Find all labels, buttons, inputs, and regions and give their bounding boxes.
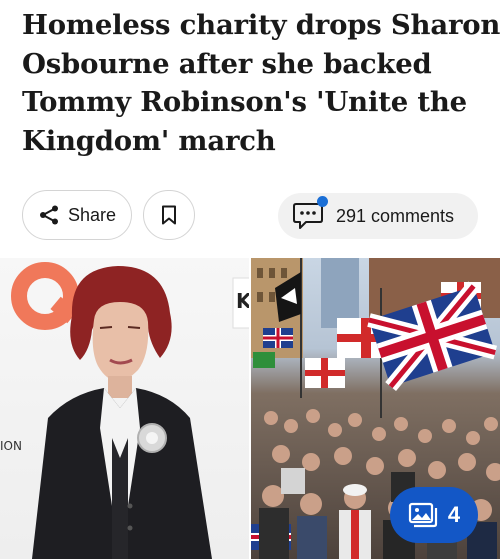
gallery-count-button[interactable]: 4 [390,487,478,543]
headline-line-2: Osbourne after she backed [22,47,432,80]
bookmark-icon [161,205,177,225]
article-headline: Homeless charity drops Sharon Osbourne a… [22,6,500,160]
share-button[interactable]: Share [22,190,132,240]
share-label: Share [67,204,117,225]
headline-line-1: Homeless charity drops Sharon [22,9,500,41]
comments-button[interactable]: 291 comments [278,193,478,239]
gallery-icon [408,502,438,528]
comments-count: 291 comments [336,205,455,226]
backdrop-logo-letter: K [236,289,249,313]
headline-line-3: Tommy Robinson's 'Unite the [22,86,467,118]
share-icon [38,204,60,226]
comment-bubble-icon [292,196,328,230]
headline-line-4: Kingdom' march [22,124,276,157]
backdrop-text-fragment: ION [0,439,22,453]
notification-dot [317,196,328,207]
bookmark-button[interactable] [143,190,195,240]
gallery-count: 4 [447,502,461,527]
article-photo-portrait[interactable]: K ION [0,258,249,559]
